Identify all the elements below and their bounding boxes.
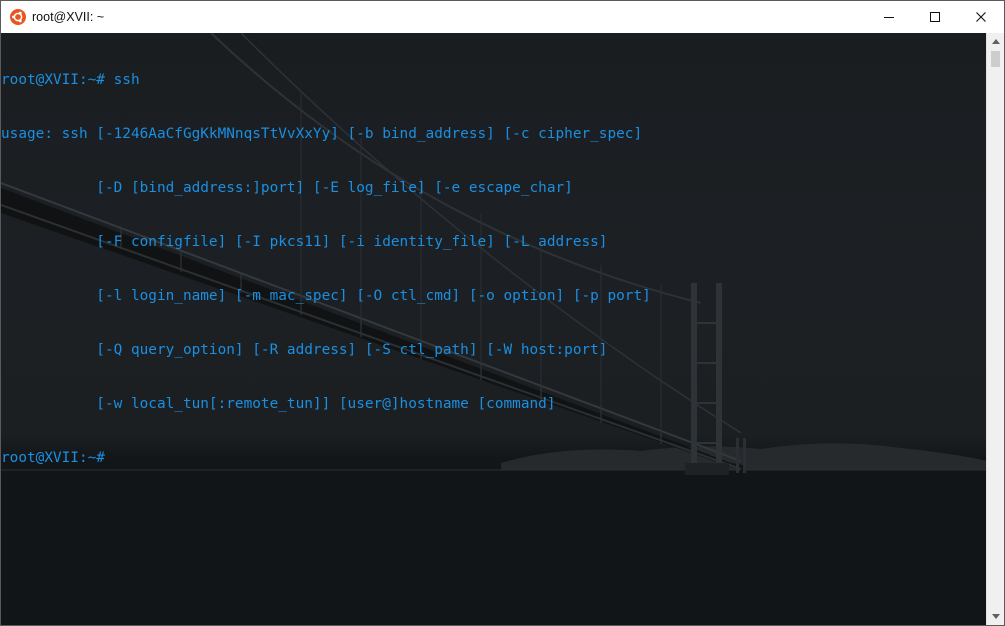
maximize-button[interactable] <box>912 1 958 33</box>
terminal-prompt: root@XVII:~# <box>1 450 105 466</box>
terminal-output: root@XVII:~# ssh usage: ssh [-1246AaCfGg… <box>1 35 651 503</box>
scrollbar-thumb[interactable] <box>991 51 1000 67</box>
terminal-line: [-F configfile] [-I pkcs11] [-i identity… <box>1 234 608 250</box>
close-icon <box>976 12 986 22</box>
maximize-icon <box>930 12 940 22</box>
terminal-line: usage: ssh [-1246AaCfGgKkMNnqsTtVvXxYy] … <box>1 126 643 142</box>
text-cursor <box>105 449 114 465</box>
vertical-scrollbar[interactable] <box>986 33 1004 625</box>
window-title: root@XVII: ~ <box>32 10 105 24</box>
window-controls <box>866 1 1004 33</box>
title-bar[interactable]: root@XVII: ~ <box>1 1 1004 33</box>
scroll-down-arrow-icon <box>991 614 1000 619</box>
terminal-line: [-l login_name] [-m mac_spec] [-O ctl_cm… <box>1 288 651 304</box>
terminal-line: root@XVII:~# ssh <box>1 72 140 88</box>
terminal-line: [-w local_tun[:remote_tun]] [user@]hostn… <box>1 396 556 412</box>
terminal-prompt-line[interactable]: root@XVII:~# <box>1 449 651 467</box>
minimize-button[interactable] <box>866 1 912 33</box>
minimize-icon <box>884 17 894 18</box>
ubuntu-logo-icon <box>10 9 26 25</box>
terminal-line: [-D [bind_address:]port] [-E log_file] [… <box>1 180 573 196</box>
scroll-up-arrow-icon <box>991 39 1000 44</box>
terminal-window: root@XVII: ~ root@XVII:~# ssh usage: ssh… <box>0 0 1005 626</box>
close-button[interactable] <box>958 1 1004 33</box>
terminal-area[interactable]: root@XVII:~# ssh usage: ssh [-1246AaCfGg… <box>1 33 986 625</box>
terminal-line: [-Q query_option] [-R address] [-S ctl_p… <box>1 342 608 358</box>
scroll-down-button[interactable] <box>987 608 1004 625</box>
scroll-up-button[interactable] <box>987 33 1004 50</box>
